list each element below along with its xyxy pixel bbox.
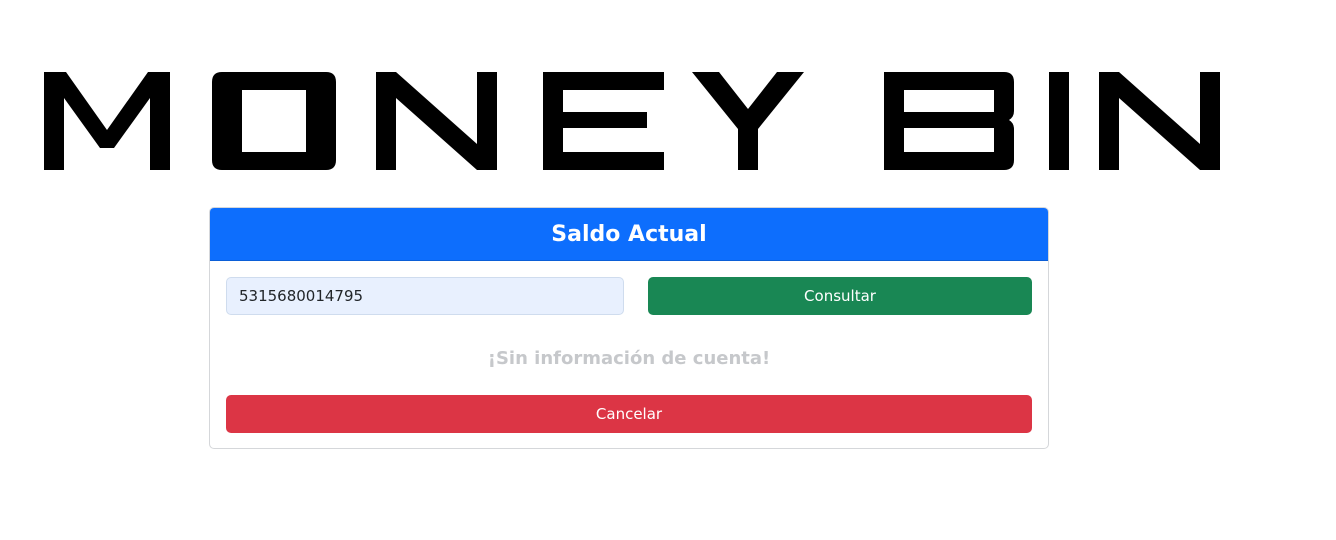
- account-number-input[interactable]: [226, 277, 624, 315]
- consult-button[interactable]: Consultar: [648, 277, 1032, 315]
- cancel-button[interactable]: Cancelar: [226, 395, 1032, 433]
- balance-card: Saldo Actual Consultar ¡Sin información …: [209, 207, 1049, 449]
- card-title: Saldo Actual: [551, 221, 707, 247]
- cancel-row: Cancelar: [226, 395, 1032, 433]
- no-account-info-message: ¡Sin información de cuenta!: [487, 348, 771, 369]
- money-bin-logo: [44, 72, 1220, 172]
- card-header: Saldo Actual: [210, 208, 1048, 261]
- account-query-row: Consultar: [226, 277, 1032, 315]
